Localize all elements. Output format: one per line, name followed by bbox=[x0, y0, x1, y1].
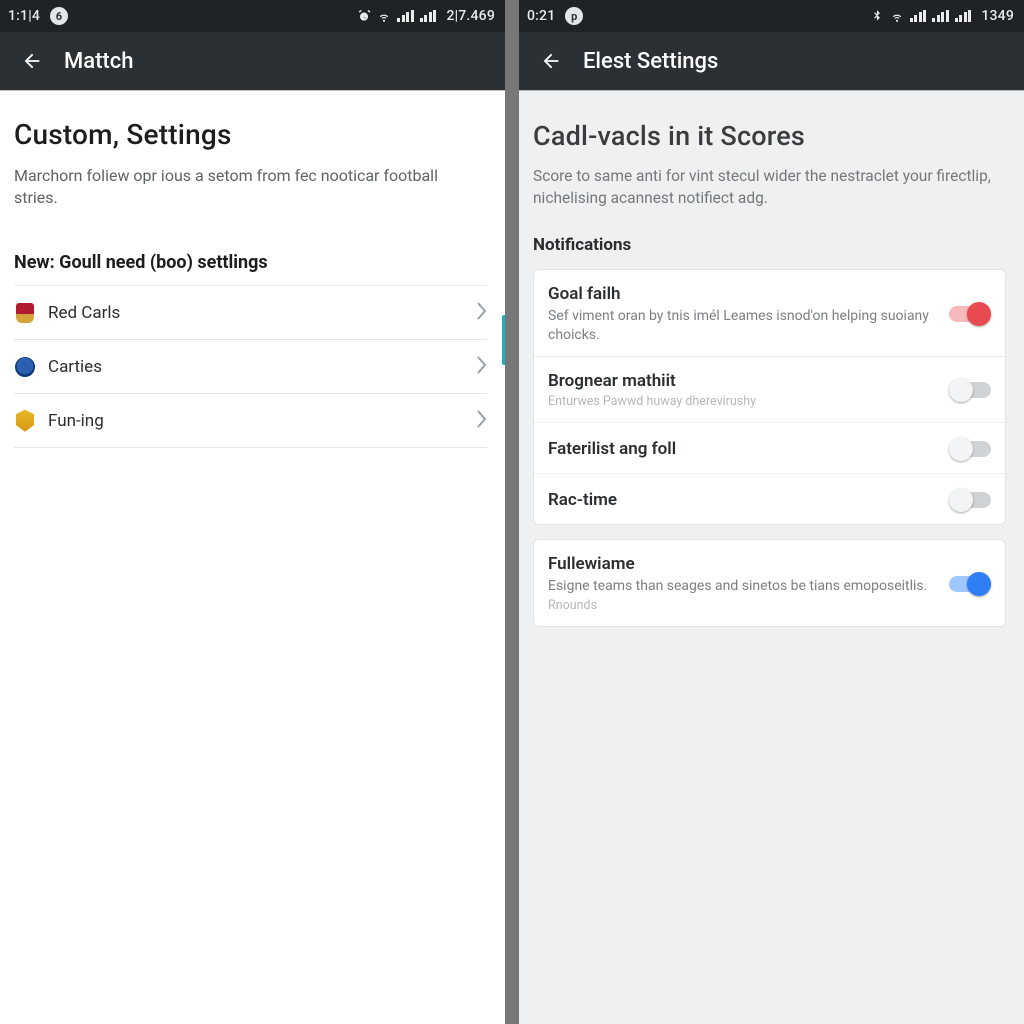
wifi-icon bbox=[890, 9, 904, 23]
team-crest-icon bbox=[14, 410, 36, 432]
page-heading: Custom, Settings bbox=[14, 118, 487, 151]
list-item-label: Carties bbox=[48, 357, 102, 377]
phone-gap bbox=[505, 0, 519, 1024]
list-item-carties[interactable]: Carties bbox=[14, 340, 487, 394]
setting-title: Rac-time bbox=[548, 490, 937, 510]
toggle-ractime[interactable] bbox=[949, 488, 991, 512]
status-icons: 2|7.469 bbox=[357, 8, 495, 24]
alarm-icon bbox=[357, 9, 371, 23]
section-label: New: Goull need (boo) settlings bbox=[14, 252, 487, 273]
team-crest-icon bbox=[14, 356, 36, 378]
settings-list: Red Carls Carties Fun-ing bbox=[14, 285, 487, 448]
status-badge: p bbox=[565, 7, 583, 25]
back-arrow-icon bbox=[21, 50, 43, 72]
status-badge: 6 bbox=[50, 7, 68, 25]
setting-subtitle-secondary: Rnounds bbox=[548, 598, 937, 614]
status-time: 1:1|4 bbox=[8, 8, 40, 24]
signal-icon-2 bbox=[932, 10, 949, 22]
status-icons: 1349 bbox=[870, 8, 1014, 24]
toggle-brognear[interactable] bbox=[949, 378, 991, 402]
setting-subtitle: Sef viment oran by tnis imél Leames isno… bbox=[548, 307, 937, 343]
toggle-fullewiame[interactable] bbox=[949, 572, 991, 596]
signal-icon-3 bbox=[955, 10, 972, 22]
setting-subtitle: Enturwes Pawwd huway dherevirushy bbox=[548, 394, 937, 410]
phone-left: 1:1|4 6 2|7.469 Mattch Custom, Settings … bbox=[0, 0, 505, 1024]
app-bar: Mattch bbox=[0, 32, 505, 90]
setting-title: Faterilist ang foll bbox=[548, 439, 937, 459]
list-item-fun-ing[interactable]: Fun-ing bbox=[14, 394, 487, 448]
setting-row-ractime[interactable]: Rac-time bbox=[534, 474, 1005, 524]
toggle-goal-failh[interactable] bbox=[949, 302, 991, 326]
signal-icon-2 bbox=[420, 10, 437, 22]
status-bar: 1:1|4 6 2|7.469 bbox=[0, 0, 505, 32]
status-bar: 0:21 p 1349 bbox=[519, 0, 1024, 32]
back-button[interactable] bbox=[531, 41, 571, 81]
toggle-faterilist[interactable] bbox=[949, 437, 991, 461]
appbar-title: Mattch bbox=[64, 49, 133, 74]
appbar-title: Elest Settings bbox=[583, 49, 718, 74]
list-item-red-carls[interactable]: Red Carls bbox=[14, 286, 487, 340]
status-time: 0:21 bbox=[527, 8, 555, 24]
team-crest-icon bbox=[14, 302, 36, 324]
page-description: Score to same anti for vint stecul wider… bbox=[533, 166, 1003, 209]
bluetooth-icon bbox=[870, 9, 884, 23]
signal-icon bbox=[910, 10, 927, 22]
page-content: Custom, Settings Marchorn foliew opr iou… bbox=[0, 90, 505, 1024]
scroll-indicator bbox=[502, 315, 505, 365]
setting-row-fullewiame[interactable]: Fullewiame Esigne teams than seages and … bbox=[534, 540, 1005, 626]
chevron-right-icon bbox=[477, 302, 487, 324]
notification-card: Goal failh Sef viment oran by tnis imél … bbox=[533, 269, 1006, 525]
status-right-text: 1349 bbox=[981, 8, 1014, 24]
setting-title: Brognear mathiit bbox=[548, 371, 937, 391]
setting-row-goal-failh[interactable]: Goal failh Sef viment oran by tnis imél … bbox=[534, 270, 1005, 356]
list-item-label: Fun-ing bbox=[48, 411, 104, 431]
page-description: Marchorn foliew opr ious a setom from fe… bbox=[14, 165, 474, 208]
page-heading: Cadl-vacls in it Scores bbox=[533, 120, 1006, 152]
signal-icon bbox=[397, 10, 414, 22]
back-arrow-icon bbox=[540, 50, 562, 72]
back-button[interactable] bbox=[12, 41, 52, 81]
setting-subtitle: Esigne teams than seages and sinetos be … bbox=[548, 577, 937, 595]
list-item-label: Red Carls bbox=[48, 303, 120, 323]
setting-row-brognear[interactable]: Brognear mathiit Enturwes Pawwd huway dh… bbox=[534, 357, 1005, 423]
phone-right: 0:21 p 1349 Elest Settings Cadl-vacls in… bbox=[519, 0, 1024, 1024]
chevron-right-icon bbox=[477, 356, 487, 378]
wifi-icon bbox=[377, 9, 391, 23]
app-bar: Elest Settings bbox=[519, 32, 1024, 90]
fullewiame-card: Fullewiame Esigne teams than seages and … bbox=[533, 539, 1006, 627]
section-label-notifications: Notifications bbox=[533, 235, 1006, 255]
status-right-text: 2|7.469 bbox=[446, 8, 495, 24]
chevron-right-icon bbox=[477, 410, 487, 432]
page-content: Cadl-vacls in it Scores Score to same an… bbox=[519, 90, 1024, 1024]
setting-title: Fullewiame bbox=[548, 554, 937, 574]
setting-title: Goal failh bbox=[548, 284, 937, 304]
setting-row-faterilist[interactable]: Faterilist ang foll bbox=[534, 423, 1005, 474]
